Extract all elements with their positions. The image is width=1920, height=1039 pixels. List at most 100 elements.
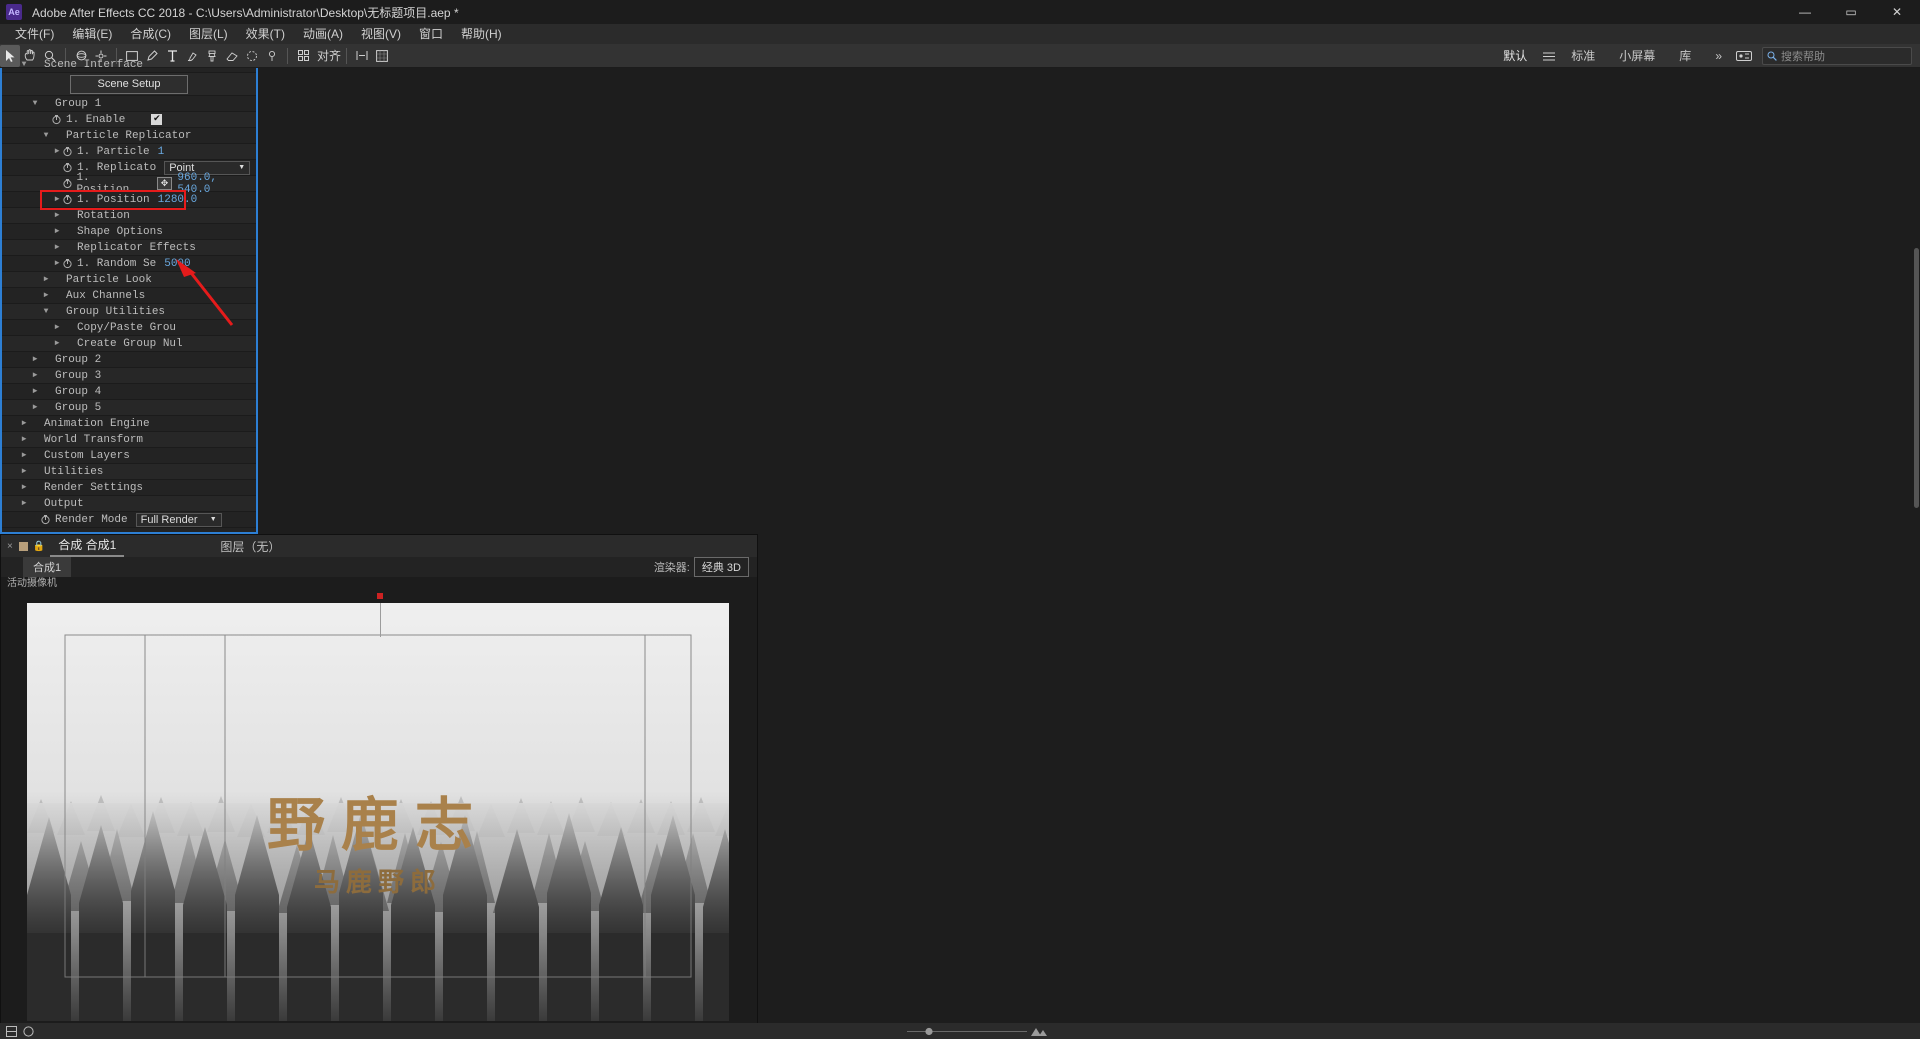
twirl-icon[interactable]: ► — [30, 387, 40, 396]
effect-row-value[interactable]: 960.0, 540.0 — [177, 172, 256, 196]
twirl-icon[interactable]: ► — [19, 483, 29, 492]
twirl-icon[interactable]: ► — [19, 419, 29, 428]
workspace-smallscreen[interactable]: 小屏幕 — [1607, 44, 1667, 68]
effect-row[interactable]: ►Group 3 — [2, 368, 256, 384]
twirl-icon[interactable]: ► — [30, 355, 40, 364]
menu-window[interactable]: 窗口 — [410, 24, 452, 44]
twirl-icon[interactable]: ► — [19, 499, 29, 508]
effect-row[interactable]: ►Utilities — [2, 464, 256, 480]
effect-row[interactable]: ▼Particle Replicator — [2, 128, 256, 144]
effect-row[interactable]: ►Copy/Paste Grou — [2, 320, 256, 336]
effect-row[interactable]: ▼Group Utilities — [2, 304, 256, 320]
minimize-button[interactable]: — — [1782, 0, 1828, 24]
workspace-library[interactable]: 库 — [1667, 44, 1703, 68]
position-picker-icon[interactable]: ✥ — [157, 177, 173, 190]
effect-row[interactable]: ▼Scene Interface — [2, 57, 256, 73]
effect-row[interactable]: Render ModeFull Render▼ — [2, 512, 256, 528]
twirl-icon[interactable]: ► — [52, 339, 62, 348]
twirl-icon[interactable]: ► — [41, 275, 51, 284]
twirl-icon[interactable]: ► — [19, 451, 29, 460]
twirl-icon[interactable]: ► — [52, 227, 62, 236]
effect-row[interactable]: ►Animation Engine — [2, 416, 256, 432]
comp-canvas[interactable]: 野鹿志 马鹿野郎 — [27, 603, 729, 1021]
timeline-zoom-slider[interactable] — [907, 1027, 1027, 1036]
workspace-more-button[interactable]: » — [1703, 44, 1734, 68]
renderer-value[interactable]: 经典 3D — [694, 557, 749, 577]
stopwatch-icon[interactable] — [51, 114, 62, 125]
effect-row-dropdown[interactable]: Full Render▼ — [136, 513, 222, 527]
twirl-icon[interactable]: ► — [30, 403, 40, 412]
effect-row-value[interactable]: 1280.0 — [158, 194, 198, 206]
menu-edit[interactable]: 编辑(E) — [63, 24, 121, 44]
stopwatch-icon[interactable] — [62, 258, 73, 269]
tab-composition[interactable]: 合成 合成1 — [50, 535, 124, 557]
twirl-icon[interactable]: ► — [30, 371, 40, 380]
effect-row[interactable]: ►World Transform — [2, 432, 256, 448]
menu-composition[interactable]: 合成(C) — [121, 24, 180, 44]
close-button[interactable]: ✕ — [1874, 0, 1920, 24]
stopwatch-icon[interactable] — [62, 162, 73, 173]
effect-row[interactable]: Scene Setup — [2, 73, 256, 96]
twirl-icon[interactable]: ► — [52, 323, 62, 332]
effect-row[interactable]: ►Rotation — [2, 208, 256, 224]
twirl-icon[interactable]: ► — [19, 435, 29, 444]
menu-file[interactable]: 文件(F) — [6, 24, 63, 44]
effect-row[interactable]: ►1. Random Se5000 — [2, 256, 256, 272]
help-search-box[interactable]: 搜索帮助 — [1762, 47, 1912, 65]
twirl-icon[interactable]: ► — [52, 259, 62, 268]
enable-checkbox[interactable]: ✔ — [151, 114, 162, 125]
comp-close-icon[interactable]: × — [7, 541, 13, 552]
twirl-icon[interactable]: ▼ — [19, 60, 29, 69]
twirl-icon[interactable]: ► — [52, 147, 62, 156]
effect-row[interactable]: 1. Position✥960.0, 540.0 — [2, 176, 256, 192]
effect-row[interactable]: ►Particle Look — [2, 272, 256, 288]
menu-animation[interactable]: 动画(A) — [294, 24, 352, 44]
menu-effect[interactable]: 效果(T) — [237, 24, 294, 44]
twirl-icon[interactable]: ► — [19, 467, 29, 476]
twirl-icon[interactable]: ▼ — [41, 307, 51, 316]
comp-lock-icon[interactable]: 🔒 — [33, 541, 45, 552]
workspace-standard[interactable]: 标准 — [1559, 44, 1607, 68]
comp-name-chip[interactable]: 合成1 — [23, 557, 71, 577]
effect-row[interactable]: ►Group 2 — [2, 352, 256, 368]
twirl-icon[interactable]: ▼ — [41, 131, 51, 140]
align-grid-icon[interactable] — [293, 45, 313, 67]
puppet-pin-tool-icon[interactable] — [262, 45, 282, 67]
stopwatch-icon[interactable] — [62, 178, 73, 189]
grid-guides-icon[interactable] — [372, 45, 392, 67]
effect-row[interactable]: ►Create Group Nul — [2, 336, 256, 352]
effect-row[interactable]: ▼Group 1 — [2, 96, 256, 112]
toggle-switches-modes-icon[interactable] — [6, 1026, 17, 1037]
composition-viewport[interactable]: 野鹿志 马鹿野郎 — [1, 591, 757, 1039]
stopwatch-icon[interactable] — [62, 194, 73, 205]
stopwatch-icon[interactable] — [40, 514, 51, 525]
menu-layer[interactable]: 图层(L) — [180, 24, 237, 44]
effect-row[interactable]: ►Group 4 — [2, 384, 256, 400]
effect-row[interactable]: ►Render Settings — [2, 480, 256, 496]
workspace-menu-icon[interactable] — [1539, 45, 1559, 67]
workspace-default[interactable]: 默认 — [1491, 44, 1539, 68]
effect-row[interactable]: ►1. Particle1 — [2, 144, 256, 160]
effect-row-value[interactable]: 1 — [158, 146, 165, 158]
twirl-icon[interactable]: ► — [41, 291, 51, 300]
scene-setup-button[interactable]: Scene Setup — [70, 75, 188, 94]
snapping-icon[interactable] — [352, 45, 372, 67]
menu-help[interactable]: 帮助(H) — [452, 24, 511, 44]
effect-row[interactable]: 1. Enable✔ — [2, 112, 256, 128]
menu-view[interactable]: 视图(V) — [352, 24, 410, 44]
comp-flowchart-footer-icon[interactable] — [23, 1026, 34, 1037]
effect-row[interactable]: ►Aux Channels — [2, 288, 256, 304]
stopwatch-icon[interactable] — [62, 146, 73, 157]
effect-property-list[interactable]: ▼Scene Interface Scene Setup ▼Group 11. En… — [2, 57, 256, 532]
zoom-out-mountains-icon[interactable] — [1031, 1026, 1047, 1036]
effect-panel-scrollbar[interactable] — [1914, 248, 1919, 508]
renderer-control[interactable]: 渲染器: 经典 3D — [654, 557, 749, 577]
effect-row[interactable]: ►Group 5 — [2, 400, 256, 416]
effect-row-value[interactable]: 5000 — [164, 258, 190, 270]
twirl-icon[interactable]: ► — [52, 195, 62, 204]
effect-row[interactable]: ►Replicator Effects — [2, 240, 256, 256]
twirl-icon[interactable]: ► — [52, 211, 62, 220]
workspace-edit-icon[interactable] — [1734, 45, 1754, 67]
twirl-icon[interactable]: ► — [52, 243, 62, 252]
twirl-icon[interactable]: ▼ — [30, 99, 40, 108]
